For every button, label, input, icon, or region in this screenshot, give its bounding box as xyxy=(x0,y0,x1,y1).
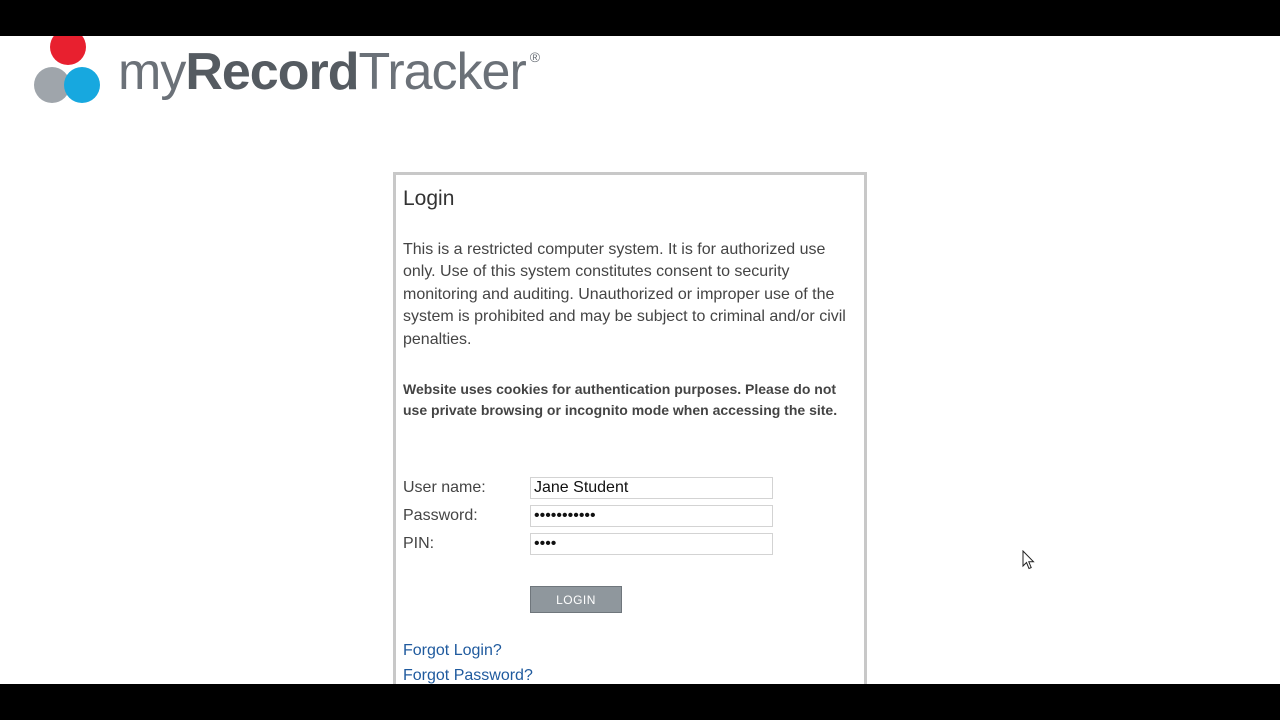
security-notice: This is a restricted computer system. It… xyxy=(403,241,846,348)
logo-blue-dot xyxy=(64,67,100,103)
username-label: User name: xyxy=(403,479,486,496)
brand-name-record: Record xyxy=(185,43,359,101)
brand-name-my: my xyxy=(118,43,186,101)
cookie-notice: Website uses cookies for authentication … xyxy=(403,381,838,418)
password-label: Password: xyxy=(403,507,478,524)
username-input[interactable] xyxy=(530,477,773,499)
logo-red-dot xyxy=(50,36,86,65)
mouse-pointer-icon xyxy=(1022,550,1035,570)
pin-label: PIN: xyxy=(403,535,435,552)
browser-viewport: myRecordTracker ® Login This is a restric… xyxy=(0,36,1280,684)
password-input[interactable] xyxy=(530,505,773,527)
brand-name-tracker: Tracker xyxy=(358,43,526,101)
login-title: Login xyxy=(403,187,455,210)
registered-mark: ® xyxy=(529,49,540,65)
login-button[interactable]: LOGIN xyxy=(530,586,622,613)
pin-input[interactable] xyxy=(530,533,773,555)
logo-mark-icon xyxy=(32,36,104,107)
login-panel: Login This is a restricted computer syst… xyxy=(393,172,867,684)
forgot-password-link[interactable]: Forgot Password? xyxy=(403,667,533,684)
forgot-login-link[interactable]: Forgot Login? xyxy=(403,642,502,660)
brand-logo[interactable]: myRecordTracker ® xyxy=(32,36,540,108)
brand-wordmark: myRecordTracker ® xyxy=(118,43,540,101)
